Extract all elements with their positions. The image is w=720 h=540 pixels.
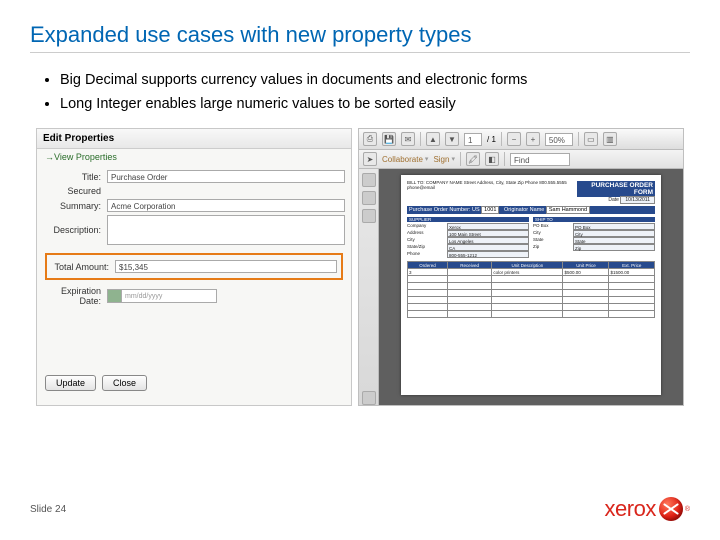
page-number-input[interactable]: 1: [464, 133, 482, 146]
col-desc: Unit Description: [492, 262, 563, 269]
find-input[interactable]: Find: [510, 153, 570, 166]
shipto-state[interactable]: State: [573, 237, 655, 244]
pdf-sidebar: [359, 169, 379, 405]
mail-icon[interactable]: ✉: [401, 132, 415, 146]
date-placeholder: mm/dd/yyyy: [125, 293, 162, 300]
description-label: Description:: [43, 225, 107, 235]
shipto-zip[interactable]: Zip: [573, 244, 655, 251]
bullet-list: Big Decimal supports currency values in …: [60, 71, 684, 114]
xerox-wordmark: xerox: [605, 496, 656, 522]
pdf-viewer-panel: ⎙ 💾 ✉ ▲ ▼ 1 / 1 − + 50% ▭ ▥ ➤ Collaborat…: [358, 128, 684, 406]
collaborate-menu[interactable]: Collaborate: [382, 155, 428, 164]
po-bill-to: BILL TO: COMPANY NAME Street Address, Ci…: [407, 181, 577, 191]
total-amount-highlight: Total Amount: $15,345: [45, 253, 343, 280]
highlight-icon[interactable]: 🖍: [466, 152, 480, 166]
total-amount-label: Total Amount:: [51, 262, 115, 272]
table-row: 3 color printers $500.00 $1500.00: [408, 269, 655, 276]
expiration-date-input[interactable]: mm/dd/yyyy: [107, 289, 217, 303]
pdf-document: BILL TO: COMPANY NAME Street Address, Ci…: [401, 175, 661, 395]
print-icon[interactable]: ⎙: [363, 132, 377, 146]
zoom-in-icon[interactable]: +: [526, 132, 540, 146]
expiration-label: Expiration Date:: [43, 286, 107, 306]
po-date-label: Date: [608, 197, 619, 203]
pdf-toolbar-secondary: ➤ Collaborate Sign 🖍 ◧ Find: [359, 150, 683, 169]
panel-header: Edit Properties: [37, 129, 351, 149]
po-date-field[interactable]: 10/13/2011: [620, 196, 655, 204]
zoom-input[interactable]: 50%: [545, 133, 573, 146]
supplier-section: SUPPLIER: [407, 217, 529, 222]
secured-label: Secured: [43, 186, 107, 196]
table-row: [408, 297, 655, 304]
pdf-toolbar-primary: ⎙ 💾 ✉ ▲ ▼ 1 / 1 − + 50% ▭ ▥: [359, 129, 683, 150]
zoom-out-icon[interactable]: −: [507, 132, 521, 146]
thumbnails-icon[interactable]: [362, 173, 376, 187]
attachments-icon[interactable]: [362, 209, 376, 223]
supplier-company[interactable]: Xerox: [447, 223, 529, 230]
title-underline: [30, 52, 690, 53]
edit-properties-panel: Edit Properties →View Properties Title: …: [36, 128, 352, 406]
supplier-phone[interactable]: 800-555-1212: [447, 251, 529, 258]
item-ext[interactable]: $1500.00: [609, 269, 655, 276]
title-input[interactable]: Purchase Order: [107, 170, 345, 183]
slide-number: Slide 24: [30, 504, 66, 515]
calendar-icon[interactable]: [108, 290, 122, 302]
pointer-icon[interactable]: ➤: [363, 152, 377, 166]
table-row: [408, 276, 655, 283]
close-button[interactable]: Close: [102, 375, 147, 391]
po-form-title: PURCHASE ORDER FORM: [577, 181, 655, 197]
col-unit: Unit Price: [563, 262, 609, 269]
page-total: / 1: [487, 135, 496, 144]
update-button[interactable]: Update: [45, 375, 96, 391]
description-input[interactable]: [107, 215, 345, 245]
save-icon[interactable]: 💾: [382, 132, 396, 146]
item-ordered[interactable]: 3: [408, 269, 448, 276]
sidebar-tool-icon[interactable]: [362, 391, 376, 405]
tool-icon[interactable]: ▭: [584, 132, 598, 146]
col-ordered: Ordered: [408, 262, 448, 269]
col-received: Received: [447, 262, 491, 269]
supplier-city[interactable]: Los Angeles: [447, 237, 529, 244]
item-received[interactable]: [447, 269, 491, 276]
registered-mark: ®: [685, 506, 690, 513]
originator-label: Originator Name: [504, 207, 544, 213]
xerox-logo: xerox ®: [605, 496, 690, 522]
table-row: [408, 290, 655, 297]
total-amount-input[interactable]: $15,345: [115, 260, 337, 273]
sign-menu[interactable]: Sign: [433, 155, 455, 164]
xerox-orb-icon: [659, 497, 683, 521]
table-row: [408, 304, 655, 311]
col-ext: Ext. Price: [609, 262, 655, 269]
item-desc[interactable]: color printers: [492, 269, 563, 276]
bullet-item: Big Decimal supports currency values in …: [60, 71, 684, 91]
page-down-icon[interactable]: ▼: [445, 132, 459, 146]
bookmarks-icon[interactable]: [362, 191, 376, 205]
po-items-table: Ordered Received Unit Description Unit P…: [407, 261, 655, 318]
shipto-section: SHIP TO: [533, 217, 655, 222]
page-up-icon[interactable]: ▲: [426, 132, 440, 146]
bullet-item: Long Integer enables large numeric value…: [60, 95, 684, 115]
item-unit[interactable]: $500.00: [563, 269, 609, 276]
tool-icon[interactable]: ▥: [603, 132, 617, 146]
originator-field[interactable]: Sam Hammond: [546, 206, 590, 214]
supplier-address[interactable]: 100 Main Street: [447, 230, 529, 237]
table-row: [408, 283, 655, 290]
table-row: [408, 311, 655, 318]
supplier-state[interactable]: CA: [447, 244, 529, 251]
shipto-pobox[interactable]: PO Box: [573, 223, 655, 230]
view-properties-link[interactable]: →View Properties: [37, 149, 351, 165]
pdf-canvas[interactable]: BILL TO: COMPANY NAME Street Address, Ci…: [379, 169, 683, 405]
title-label: Title:: [43, 172, 107, 182]
shipto-city[interactable]: City: [573, 230, 655, 237]
summary-input[interactable]: Acme Corporation: [107, 199, 345, 212]
slide-title: Expanded use cases with new property typ…: [0, 0, 720, 52]
po-number-field[interactable]: 1001: [481, 206, 499, 214]
summary-label: Summary:: [43, 201, 107, 211]
po-number-label: Purchase Order Number: US: [409, 207, 480, 213]
shapes-icon[interactable]: ◧: [485, 152, 499, 166]
